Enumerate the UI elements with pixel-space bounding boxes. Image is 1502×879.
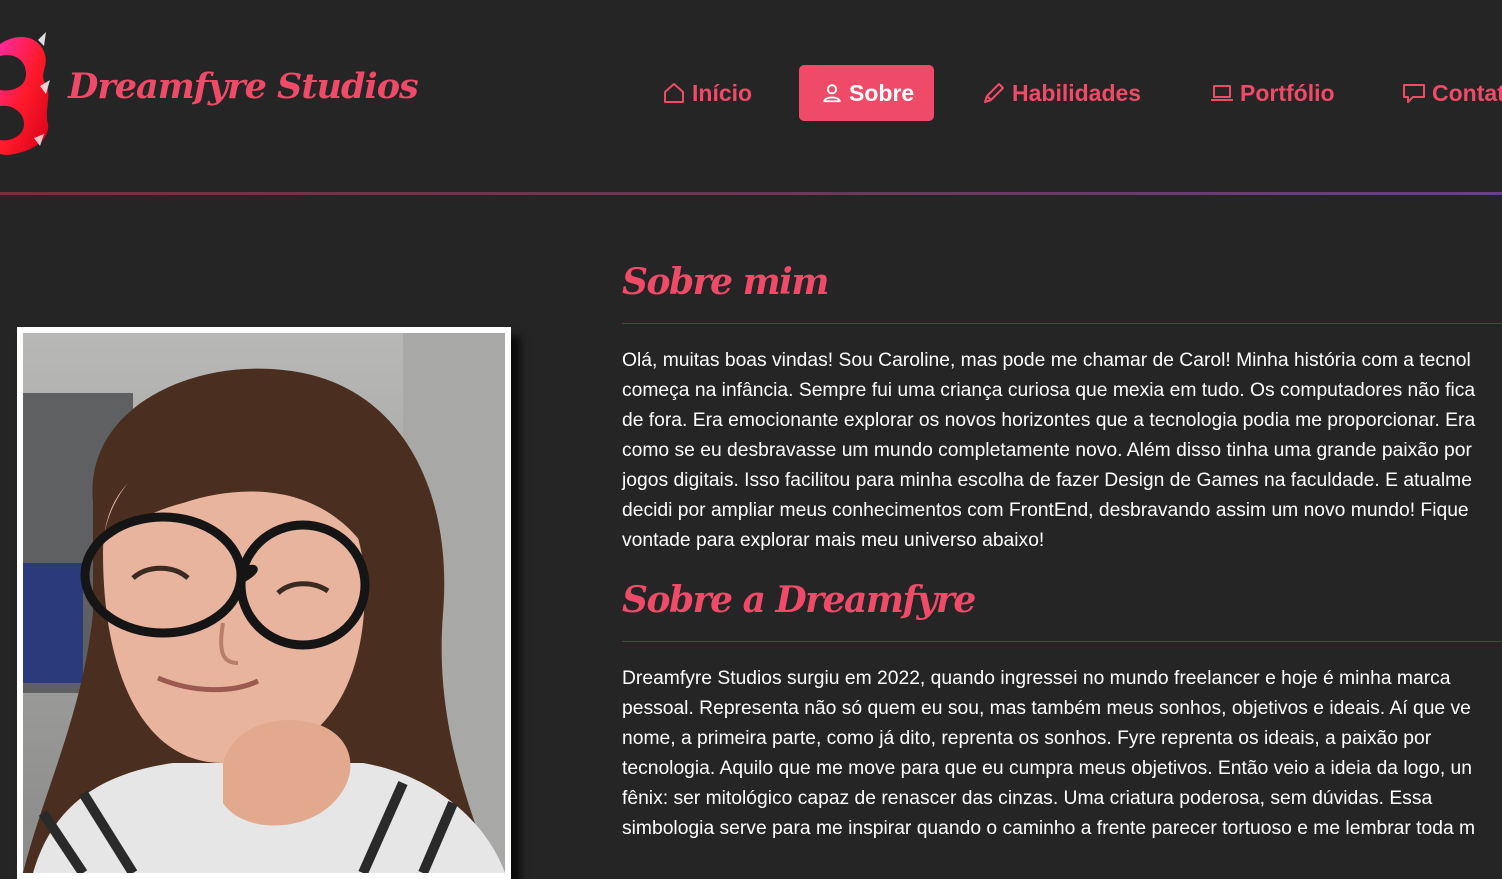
paragraph-line: simbologia serve para me inspirar quando… [622,818,1476,839]
home-icon [664,83,684,103]
paragraph-line: decidi por ampliar meus conhecimentos co… [622,500,1469,521]
profile-photo [17,327,511,879]
user-icon [823,84,841,103]
paragraph-line: pessoal. Representa não só quem eu sou, … [622,698,1471,719]
nav-item-label: Portfólio [1240,79,1335,106]
main-nav: Início Sobre Habilidades Portfólio Conta… [0,65,1502,121]
paragraph-line: Olá, muitas boas vindas! Sou Caroline, m… [622,350,1471,371]
paragraph-line: fênix: ser mitológico capaz de renascer … [622,788,1433,809]
chat-icon [1403,84,1425,103]
nav-item-habilidades[interactable]: Habilidades [982,65,1141,121]
paragraph-line: jogos digitais. Isso facilitou para minh… [622,470,1472,491]
paragraph-line: nome, a primeira parte, como já dito, re… [622,728,1432,749]
paragraph-line: tecnologia. Aquilo que me move para que … [622,758,1472,779]
laptop-icon [1211,85,1233,101]
paragraph-line: começa na infância. Sempre fui uma crian… [622,380,1476,401]
nav-item-label: Sobre [849,79,915,106]
section-divider [622,641,1502,642]
nav-item-label: Habilidades [1012,79,1142,106]
paragraph-line: de fora. Era emocionante explorar os nov… [622,410,1476,431]
paragraph-line: como se eu desbravasse um mundo completa… [622,440,1472,461]
header-divider [0,192,1502,195]
nav-item-portfolio[interactable]: Portfólio [1210,65,1335,121]
main-content: Sobre mim Olá, muitas boas vindas! Sou C… [622,255,1502,844]
pencil-icon [984,83,1004,103]
about-title: Sobre mim [622,261,829,303]
about-paragraph: Olá, muitas boas vindas! Sou Caroline, m… [622,346,1502,556]
nav-item-inicio[interactable]: Início [662,65,752,121]
paragraph-line: Dreamfyre Studios surgiu em 2022, quando… [622,668,1451,689]
nav-item-label: Início [692,79,753,106]
nav-item-label: Contat [1432,79,1502,106]
nav-item-sobre[interactable]: Sobre [799,65,935,121]
nav-item-contato[interactable]: Contat [1402,65,1502,121]
section-divider [622,323,1502,324]
site-header: Dreamfyre Studios Início Sobre Habilidad… [0,0,1502,192]
dreamfyre-title: Sobre a Dreamfyre [622,579,976,621]
paragraph-line: vontade para explorar mais meu universo … [622,530,1045,551]
dreamfyre-paragraph: Dreamfyre Studios surgiu em 2022, quando… [622,664,1502,844]
